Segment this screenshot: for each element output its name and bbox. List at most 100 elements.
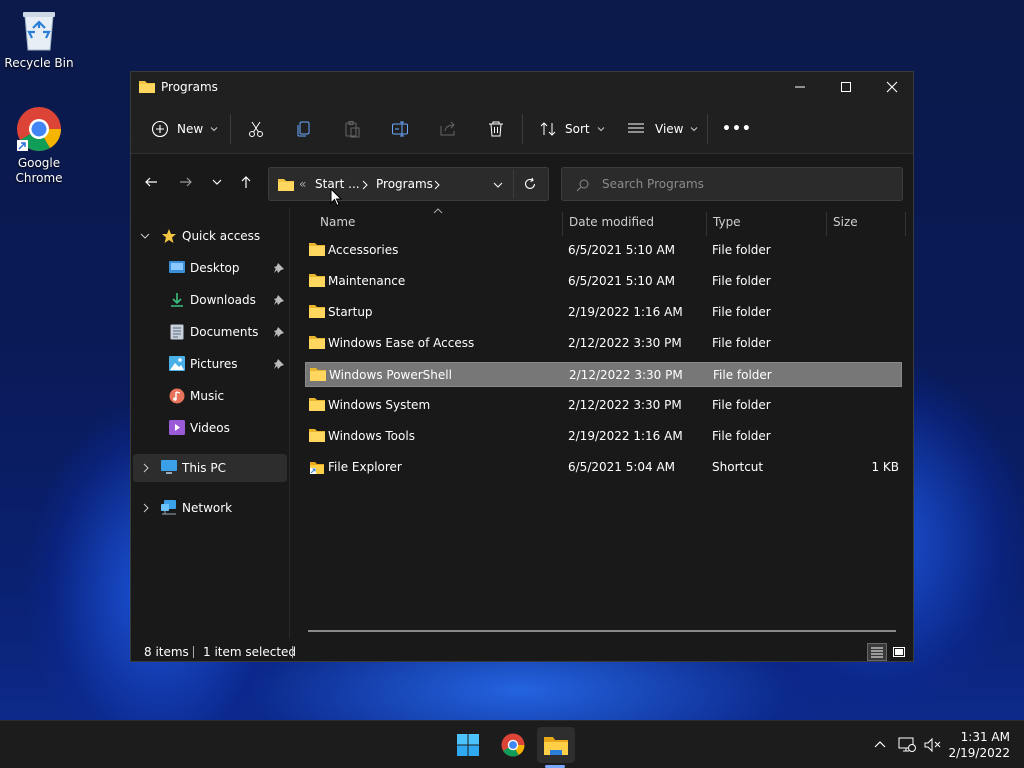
- file-row[interactable]: Windows Tools 2/19/2022 1:16 AM File folde…: [305, 424, 902, 449]
- close-icon: [886, 81, 898, 93]
- desktop-icon-recycle-bin[interactable]: Recycle Bin: [1, 8, 77, 71]
- maximize-icon: [841, 82, 851, 92]
- file-row[interactable]: Windows PowerShell 2/12/2022 3:30 PM File …: [305, 362, 902, 387]
- plus-circle-icon: [151, 120, 169, 138]
- sort-icon: [540, 122, 556, 136]
- folder-icon: [309, 429, 325, 442]
- cut-button[interactable]: [247, 116, 265, 142]
- taskbar-file-explorer[interactable]: [537, 727, 575, 763]
- desktop-icon-chrome[interactable]: Google Chrome: [1, 106, 77, 186]
- sidebar-item-pictures[interactable]: Pictures: [133, 350, 287, 378]
- column-divider[interactable]: [706, 212, 707, 236]
- file-row[interactable]: File Explorer 6/5/2021 5:04 AM Shortcut 1 K…: [305, 455, 902, 480]
- file-name: File Explorer: [328, 460, 402, 474]
- more-options-button[interactable]: •••: [722, 116, 752, 142]
- refresh-icon[interactable]: [523, 177, 537, 191]
- recycle-bin-icon: [23, 12, 55, 51]
- maximize-button[interactable]: [823, 72, 869, 102]
- file-size: 1 KB: [871, 460, 899, 474]
- column-divider[interactable]: [905, 212, 906, 236]
- file-row[interactable]: Windows System 2/12/2022 3:30 PM File fold…: [305, 393, 902, 418]
- copy-button[interactable]: [295, 116, 313, 142]
- sidebar-item-network[interactable]: Network: [133, 494, 287, 522]
- sort-button[interactable]: Sort: [539, 116, 606, 142]
- file-explorer-icon: [544, 737, 568, 755]
- file-row[interactable]: Windows Ease of Access 2/12/2022 3:30 PM F…: [305, 331, 902, 356]
- view-button[interactable]: View: [627, 116, 699, 142]
- back-button[interactable]: [140, 171, 162, 193]
- sidebar-item-this-pc[interactable]: This PC: [133, 454, 287, 482]
- file-row[interactable]: Startup 2/19/2022 1:16 AM File folder: [305, 300, 902, 325]
- file-type: File folder: [712, 336, 771, 350]
- sidebar-item-label: Documents: [190, 325, 259, 339]
- network-status-button[interactable]: [897, 735, 917, 755]
- file-row[interactable]: Accessories 6/5/2021 5:10 AM File folder: [305, 238, 902, 263]
- address-history-dropdown-icon[interactable]: [492, 179, 504, 191]
- details-view-button[interactable]: [867, 643, 887, 661]
- tiles-view-button[interactable]: [889, 643, 909, 661]
- file-name: Maintenance: [328, 274, 406, 288]
- file-name: Windows Ease of Access: [328, 336, 475, 350]
- sidebar-item-downloads[interactable]: Downloads: [133, 286, 287, 314]
- up-button[interactable]: [235, 171, 257, 193]
- paste-icon: [345, 121, 360, 138]
- address-overflow[interactable]: «: [299, 177, 306, 191]
- pin-icon: [274, 359, 284, 369]
- sidebar-item-label: This PC: [182, 461, 226, 475]
- address-bar[interactable]: « Start ... Programs: [268, 167, 549, 201]
- file-date-modified: 2/19/2022 1:16 AM: [568, 429, 683, 443]
- forward-button[interactable]: [175, 171, 197, 193]
- chrome-icon: [17, 107, 61, 151]
- sidebar-item-quick-access[interactable]: Quick access: [133, 222, 287, 250]
- start-button[interactable]: [449, 727, 487, 763]
- recent-locations-button[interactable]: [206, 171, 228, 193]
- network-status-icon: [898, 737, 916, 752]
- file-row[interactable]: Maintenance 6/5/2021 5:10 AM File folder: [305, 269, 902, 294]
- column-divider[interactable]: [562, 212, 563, 236]
- share-icon: [440, 121, 455, 136]
- details-view-icon: [871, 647, 883, 658]
- file-date-modified: 2/12/2022 3:30 PM: [568, 398, 682, 412]
- folder-icon: [310, 368, 326, 381]
- breadcrumb-programs[interactable]: Programs: [376, 177, 433, 191]
- minimize-button[interactable]: [777, 72, 823, 102]
- sidebar-item-videos[interactable]: Videos: [133, 414, 287, 442]
- sidebar-item-desktop[interactable]: Desktop: [133, 254, 287, 282]
- delete-button[interactable]: [487, 116, 505, 142]
- file-name: Windows Tools: [328, 429, 415, 443]
- volume-button[interactable]: [923, 735, 943, 755]
- file-date-modified: 6/5/2021 5:10 AM: [568, 243, 676, 257]
- sidebar-item-documents[interactable]: Documents: [133, 318, 287, 346]
- clock-time: 1:31 AM: [960, 730, 1010, 744]
- taskbar: 1:31 AM 2/19/2022: [0, 720, 1024, 768]
- sidebar-item-label: Downloads: [190, 293, 256, 307]
- title-bar[interactable]: Programs: [131, 72, 913, 102]
- file-type: File folder: [712, 398, 771, 412]
- pane-splitter[interactable]: [289, 208, 290, 638]
- download-icon: [171, 293, 183, 307]
- horizontal-scrollbar[interactable]: [308, 630, 896, 632]
- column-divider[interactable]: [826, 212, 827, 236]
- close-button[interactable]: [869, 72, 915, 102]
- document-icon: [170, 324, 184, 340]
- file-date-modified: 2/12/2022 3:30 PM: [568, 336, 682, 350]
- share-button[interactable]: [439, 116, 457, 142]
- sidebar-item-music[interactable]: Music: [133, 382, 287, 410]
- computer-icon: [161, 460, 177, 474]
- videos-icon: [169, 420, 185, 435]
- toolbar-separator: [230, 114, 231, 144]
- file-date-modified: 6/5/2021 5:04 AM: [568, 460, 676, 474]
- new-label: New: [177, 122, 204, 136]
- new-button[interactable]: New: [151, 116, 219, 142]
- search-box[interactable]: Search Programs: [561, 167, 903, 201]
- chevron-right-icon: [143, 503, 149, 513]
- minimize-icon: [795, 86, 805, 88]
- sort-label: Sort: [565, 122, 590, 136]
- taskbar-chrome[interactable]: [494, 727, 532, 763]
- shortcut-icon: [310, 462, 324, 474]
- show-hidden-icons-button[interactable]: [870, 735, 890, 755]
- paste-button[interactable]: [343, 116, 361, 142]
- rename-button[interactable]: [391, 116, 409, 142]
- file-list: Name Date modified Type Size Accessories…: [291, 208, 913, 642]
- system-clock[interactable]: 1:31 AM 2/19/2022: [948, 729, 1010, 761]
